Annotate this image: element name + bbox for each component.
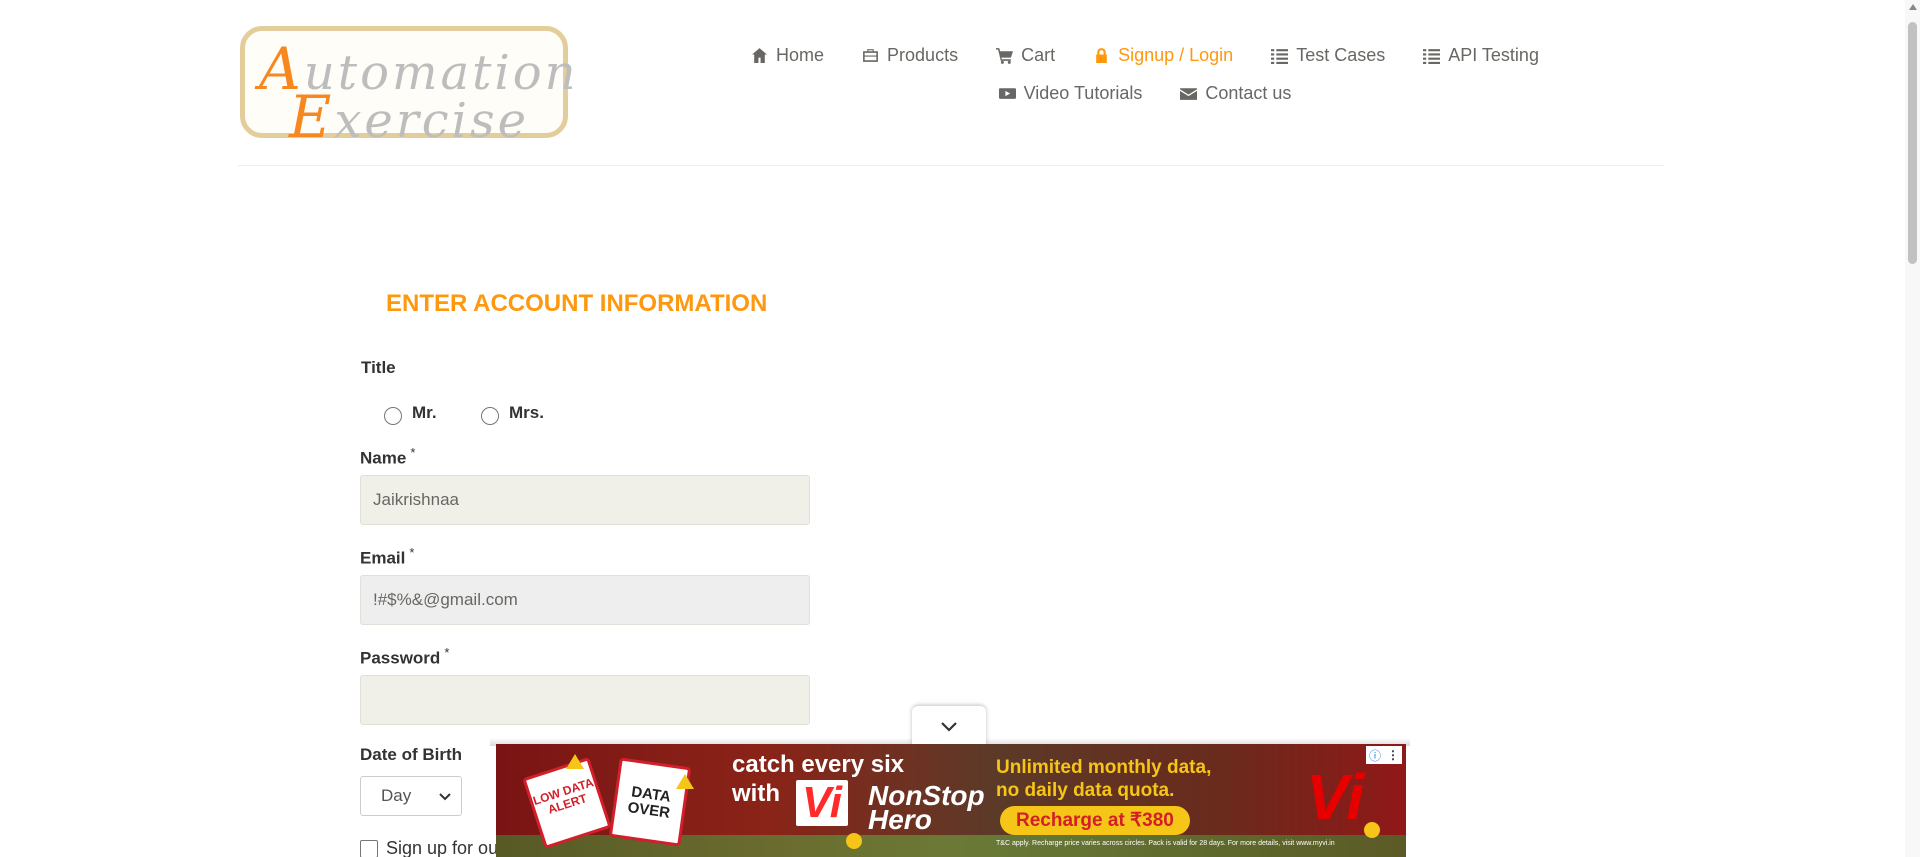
newsletter-row[interactable]: Sign up for our (360, 838, 504, 857)
ad-decoration-dot (1364, 822, 1380, 838)
site-logo[interactable]: Automation Exercise (240, 26, 576, 151)
radio-mrs-label: Mrs. (509, 403, 544, 422)
ad-vi-logo: Vi (1306, 761, 1365, 833)
radio-mr-label: Mr. (412, 403, 437, 422)
list-icon (1423, 48, 1441, 64)
scroll-up-arrow-icon[interactable] (1909, 4, 1917, 10)
nav-item-api-testing[interactable]: API Testing (1423, 45, 1539, 66)
password-field[interactable] (360, 675, 810, 725)
main-nav: Home Products Cart Signup / Login Test C… (750, 36, 1540, 112)
ad-choices[interactable]: ⓘ ⋮ (1366, 746, 1402, 764)
ad-fine-print: T&C apply. Recharge price varies across … (996, 840, 1335, 847)
briefcase-icon (863, 48, 878, 62)
email-label: Email * (360, 545, 415, 568)
newsletter-label: Sign up for our (386, 838, 505, 857)
name-field[interactable]: Jaikrishnaa (360, 475, 810, 525)
dob-day-select[interactable]: Day (360, 776, 462, 816)
dob-label: Date of Birth (360, 745, 462, 764)
cart-icon (996, 47, 1014, 64)
radio-mrs-input[interactable] (481, 407, 499, 425)
chevron-down-icon (439, 793, 451, 801)
ad-brand-vi: Vi (796, 780, 848, 826)
radio-mrs[interactable]: Mrs. (481, 401, 544, 425)
nav-item-products[interactable]: Products (862, 45, 958, 66)
ad-banner[interactable]: LOW DATA ALERT DATA OVER catch every six w… (496, 744, 1406, 857)
ad-collapse-button[interactable] (912, 706, 986, 746)
more-vertical-icon[interactable]: ⋮ (1387, 748, 1399, 762)
nav-row-2: Video Tutorials Contact us (750, 74, 1540, 112)
ad-cta-button[interactable]: Recharge at ₹380 (1000, 806, 1190, 835)
youtube-icon (998, 87, 1016, 99)
envelope-icon (1180, 87, 1198, 100)
list-icon (1271, 48, 1289, 64)
logo-line-2: Exercise (289, 83, 530, 151)
name-label: Name * (360, 445, 416, 468)
site-header: Automation Exercise Home Products Cart S… (238, 0, 1664, 166)
ad-product-name: NonStop Hero (868, 780, 985, 835)
nav-item-video-tutorials[interactable]: Video Tutorials (998, 83, 1142, 104)
home-icon (752, 47, 767, 63)
lock-icon (1096, 47, 1107, 63)
chevron-down-icon (941, 722, 957, 732)
newsletter-checkbox[interactable] (360, 839, 378, 857)
email-field[interactable]: !#$%&@gmail.com (360, 575, 810, 625)
scrollbar-thumb[interactable] (1908, 22, 1917, 264)
ad-card-data-over: DATA OVER (608, 757, 692, 847)
ad-offer-text: Unlimited monthly data, no daily data quo… (996, 757, 1212, 801)
title-label: Title (361, 358, 396, 377)
nav-item-test-cases[interactable]: Test Cases (1271, 45, 1385, 66)
warning-icon (566, 754, 584, 769)
password-label: Password * (360, 645, 450, 668)
nav-item-contact-us[interactable]: Contact us (1180, 83, 1291, 104)
ad-decoration-dot (846, 833, 862, 849)
nav-item-home[interactable]: Home (751, 45, 824, 66)
form-heading: ENTER ACCOUNT INFORMATION (386, 290, 768, 317)
nav-item-cart[interactable]: Cart (996, 45, 1055, 66)
radio-mr[interactable]: Mr. (384, 401, 437, 425)
radio-mr-input[interactable] (384, 407, 402, 425)
warning-icon (676, 774, 694, 789)
nav-item-signup-login[interactable]: Signup / Login (1093, 45, 1233, 66)
page-scrollbar[interactable] (1905, 0, 1920, 857)
nav-row-1: Home Products Cart Signup / Login Test C… (750, 36, 1540, 74)
info-icon[interactable]: ⓘ (1369, 747, 1381, 764)
